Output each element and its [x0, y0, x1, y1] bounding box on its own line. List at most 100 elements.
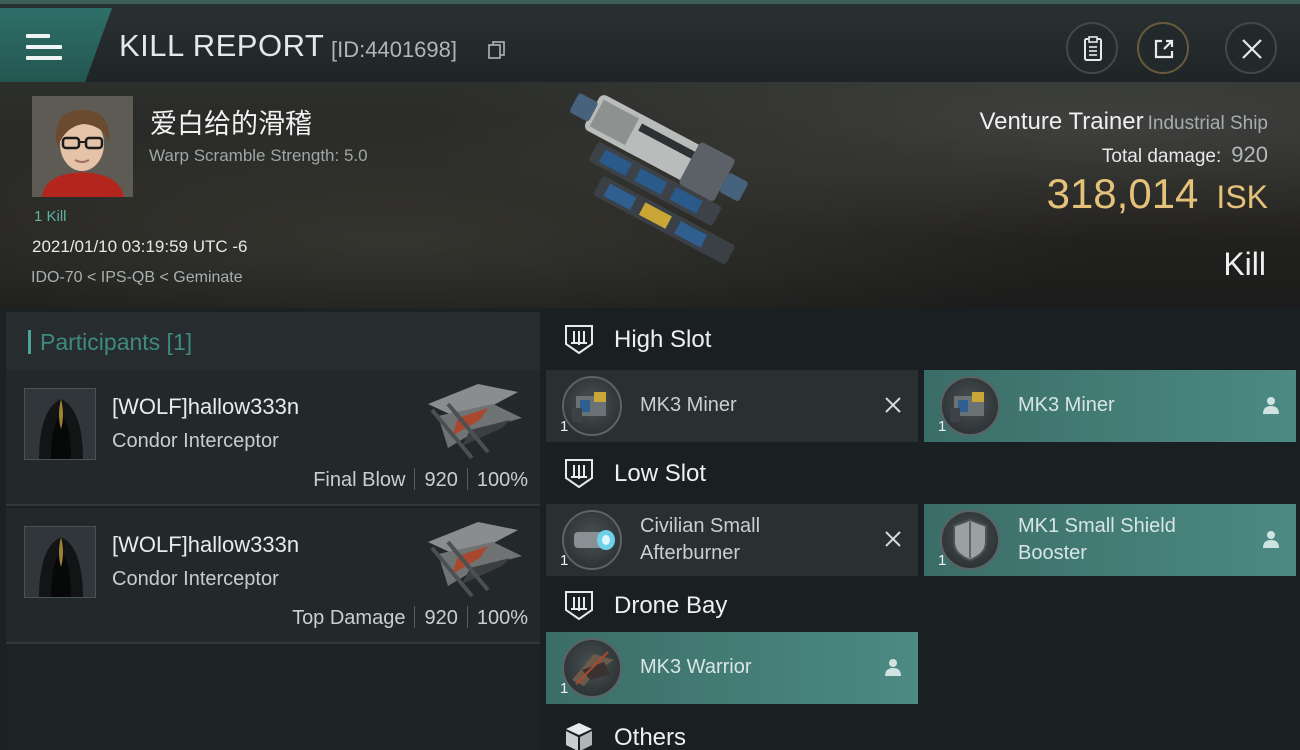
kill-location[interactable]: IDO-70 < IPS-QB < Geminate	[31, 269, 243, 287]
report-id: [ID:4401698]	[331, 37, 457, 62]
participant-damage: 920	[424, 607, 458, 629]
module-slot-icon	[565, 591, 593, 621]
destroyed-x-icon	[885, 397, 901, 413]
dropped-person-icon	[1263, 531, 1279, 548]
copy-icon[interactable]	[488, 41, 506, 59]
participant-ship: Condor Interceptor	[112, 568, 279, 590]
avatar	[32, 96, 133, 197]
participant-ship-image	[428, 384, 522, 460]
module-slot-item[interactable]: 1 MK1 Small Shield Booster	[924, 504, 1296, 576]
high-slot-header: High Slot	[542, 308, 1300, 370]
warp-scramble-strength: Warp Scramble Strength: 5.0	[149, 146, 368, 165]
others-header: Others	[542, 706, 1300, 750]
total-damage-value: 920	[1231, 142, 1268, 167]
top-bar: KILL REPORT [ID:4401698]	[0, 0, 1300, 82]
victim-ship-class: Industrial Ship	[1147, 113, 1268, 134]
miner-module-icon	[940, 376, 1000, 436]
participants-empty-area	[6, 646, 540, 750]
participant-avatar[interactable]	[24, 526, 96, 598]
module-slot-item[interactable]: 1 MK3 Miner	[546, 370, 918, 442]
stat-divider	[414, 606, 416, 628]
participant-role: Final Blow	[313, 469, 406, 491]
participant-ship: Condor Interceptor	[112, 430, 279, 452]
kill-datetime: 2021/01/10 03:19:59 UTC -6	[32, 237, 248, 256]
dropped-person-icon	[1263, 397, 1279, 414]
victim-portrait[interactable]	[32, 96, 133, 197]
participant-avatar[interactable]	[24, 388, 96, 460]
module-slot-icon	[565, 459, 593, 489]
participant-card[interactable]: [WOLF]hallow333n Condor Interceptor Top …	[6, 508, 540, 644]
module-name-line: Afterburner	[640, 542, 741, 564]
module-quantity: 1	[560, 552, 569, 569]
participant-stats: Final Blow 920 100%	[313, 468, 528, 492]
module-slot-item[interactable]: 1 Civilian Small Afterburner	[546, 504, 918, 576]
victim-name[interactable]: 爱白给的滑稽	[150, 102, 312, 141]
dropped-person-icon	[885, 659, 901, 676]
module-quantity: 1	[560, 418, 569, 435]
drone-bay-header: Drone Bay	[542, 574, 1300, 636]
isk-value-line: 318,014 ISK	[1047, 170, 1268, 218]
module-name-line: Civilian Small	[640, 515, 761, 537]
participant-role: Top Damage	[292, 607, 406, 629]
participant-name[interactable]: [WOLF]hallow333n	[112, 394, 299, 420]
module-slot-icon	[565, 325, 593, 355]
module-quantity: 1	[938, 552, 947, 569]
victim-ship-line: Venture Trainer Industrial Ship	[979, 108, 1268, 136]
module-quantity: 1	[560, 680, 569, 697]
shield-booster-module-icon	[940, 510, 1000, 570]
total-damage-label: Total damage:	[1101, 146, 1222, 167]
victim-banner: 爱白给的滑稽 Warp Scramble Strength: 5.0 1 Kil…	[0, 82, 1300, 308]
close-icon	[1242, 39, 1262, 59]
module-name: Civilian Small Afterburner	[640, 513, 760, 567]
miner-module-icon	[562, 376, 622, 436]
others-label: Others	[614, 724, 687, 750]
module-slot-item[interactable]: 1 MK3 Miner	[924, 370, 1296, 442]
drone-module-icon	[562, 638, 622, 698]
participant-name[interactable]: [WOLF]hallow333n	[112, 532, 299, 558]
participant-percent: 100%	[476, 469, 528, 491]
isk-unit: ISK	[1216, 179, 1268, 215]
participant-card[interactable]: [WOLF]hallow333n Condor Interceptor Fina…	[6, 370, 540, 506]
total-damage-line: Total damage: 920	[1102, 142, 1268, 168]
victim-kill-count: 1 Kill	[34, 208, 67, 225]
module-name-line: MK1 Small Shield	[1018, 515, 1176, 537]
close-button[interactable]	[1225, 22, 1277, 74]
isk-value: 318,014	[1046, 170, 1199, 217]
module-name: MK3 Warrior	[640, 656, 752, 678]
participants-panel: Participants [1] [WOLF]hallow333n Condor…	[0, 308, 542, 750]
drone-bay-label: Drone Bay	[614, 592, 728, 619]
low-slot-label: Low Slot	[614, 460, 707, 487]
module-slot-item[interactable]: 1 MK3 Warrior	[546, 632, 918, 704]
destroyed-x-icon	[885, 531, 901, 547]
participant-damage: 920	[424, 469, 458, 491]
participant-ship-image	[428, 522, 522, 598]
hooded-avatar-icon	[25, 389, 95, 459]
stat-divider	[414, 468, 416, 490]
kill-type: Kill	[1223, 246, 1266, 282]
high-slot-label: High Slot	[614, 326, 712, 353]
module-quantity: 1	[938, 418, 947, 435]
victim-ship-name[interactable]: Venture Trainer	[979, 108, 1143, 135]
share-button[interactable]	[1137, 22, 1189, 74]
module-name-line: Booster	[1018, 542, 1087, 564]
hamburger-icon	[26, 34, 62, 60]
module-name: MK1 Small Shield Booster	[1018, 513, 1176, 567]
section-accent-bar	[28, 330, 31, 354]
share-icon	[1154, 39, 1174, 59]
module-name: MK3 Miner	[640, 394, 737, 416]
stat-divider	[466, 468, 468, 490]
participant-percent: 100%	[476, 607, 528, 629]
cube-icon	[566, 723, 592, 750]
participant-stats: Top Damage 920 100%	[292, 606, 528, 630]
clipboard-icon	[1084, 36, 1102, 61]
menu-button[interactable]	[0, 8, 112, 82]
low-slot-header: Low Slot	[542, 442, 1300, 504]
clipboard-button[interactable]	[1066, 22, 1118, 74]
participants-header: Participants [1]	[6, 312, 540, 370]
page-title: KILL REPORT	[119, 28, 325, 63]
hooded-avatar-icon	[25, 527, 95, 597]
participants-title: Participants [1]	[40, 329, 193, 355]
stat-divider	[466, 606, 468, 628]
module-name: MK3 Miner	[1018, 394, 1115, 416]
afterburner-module-icon	[562, 510, 622, 570]
